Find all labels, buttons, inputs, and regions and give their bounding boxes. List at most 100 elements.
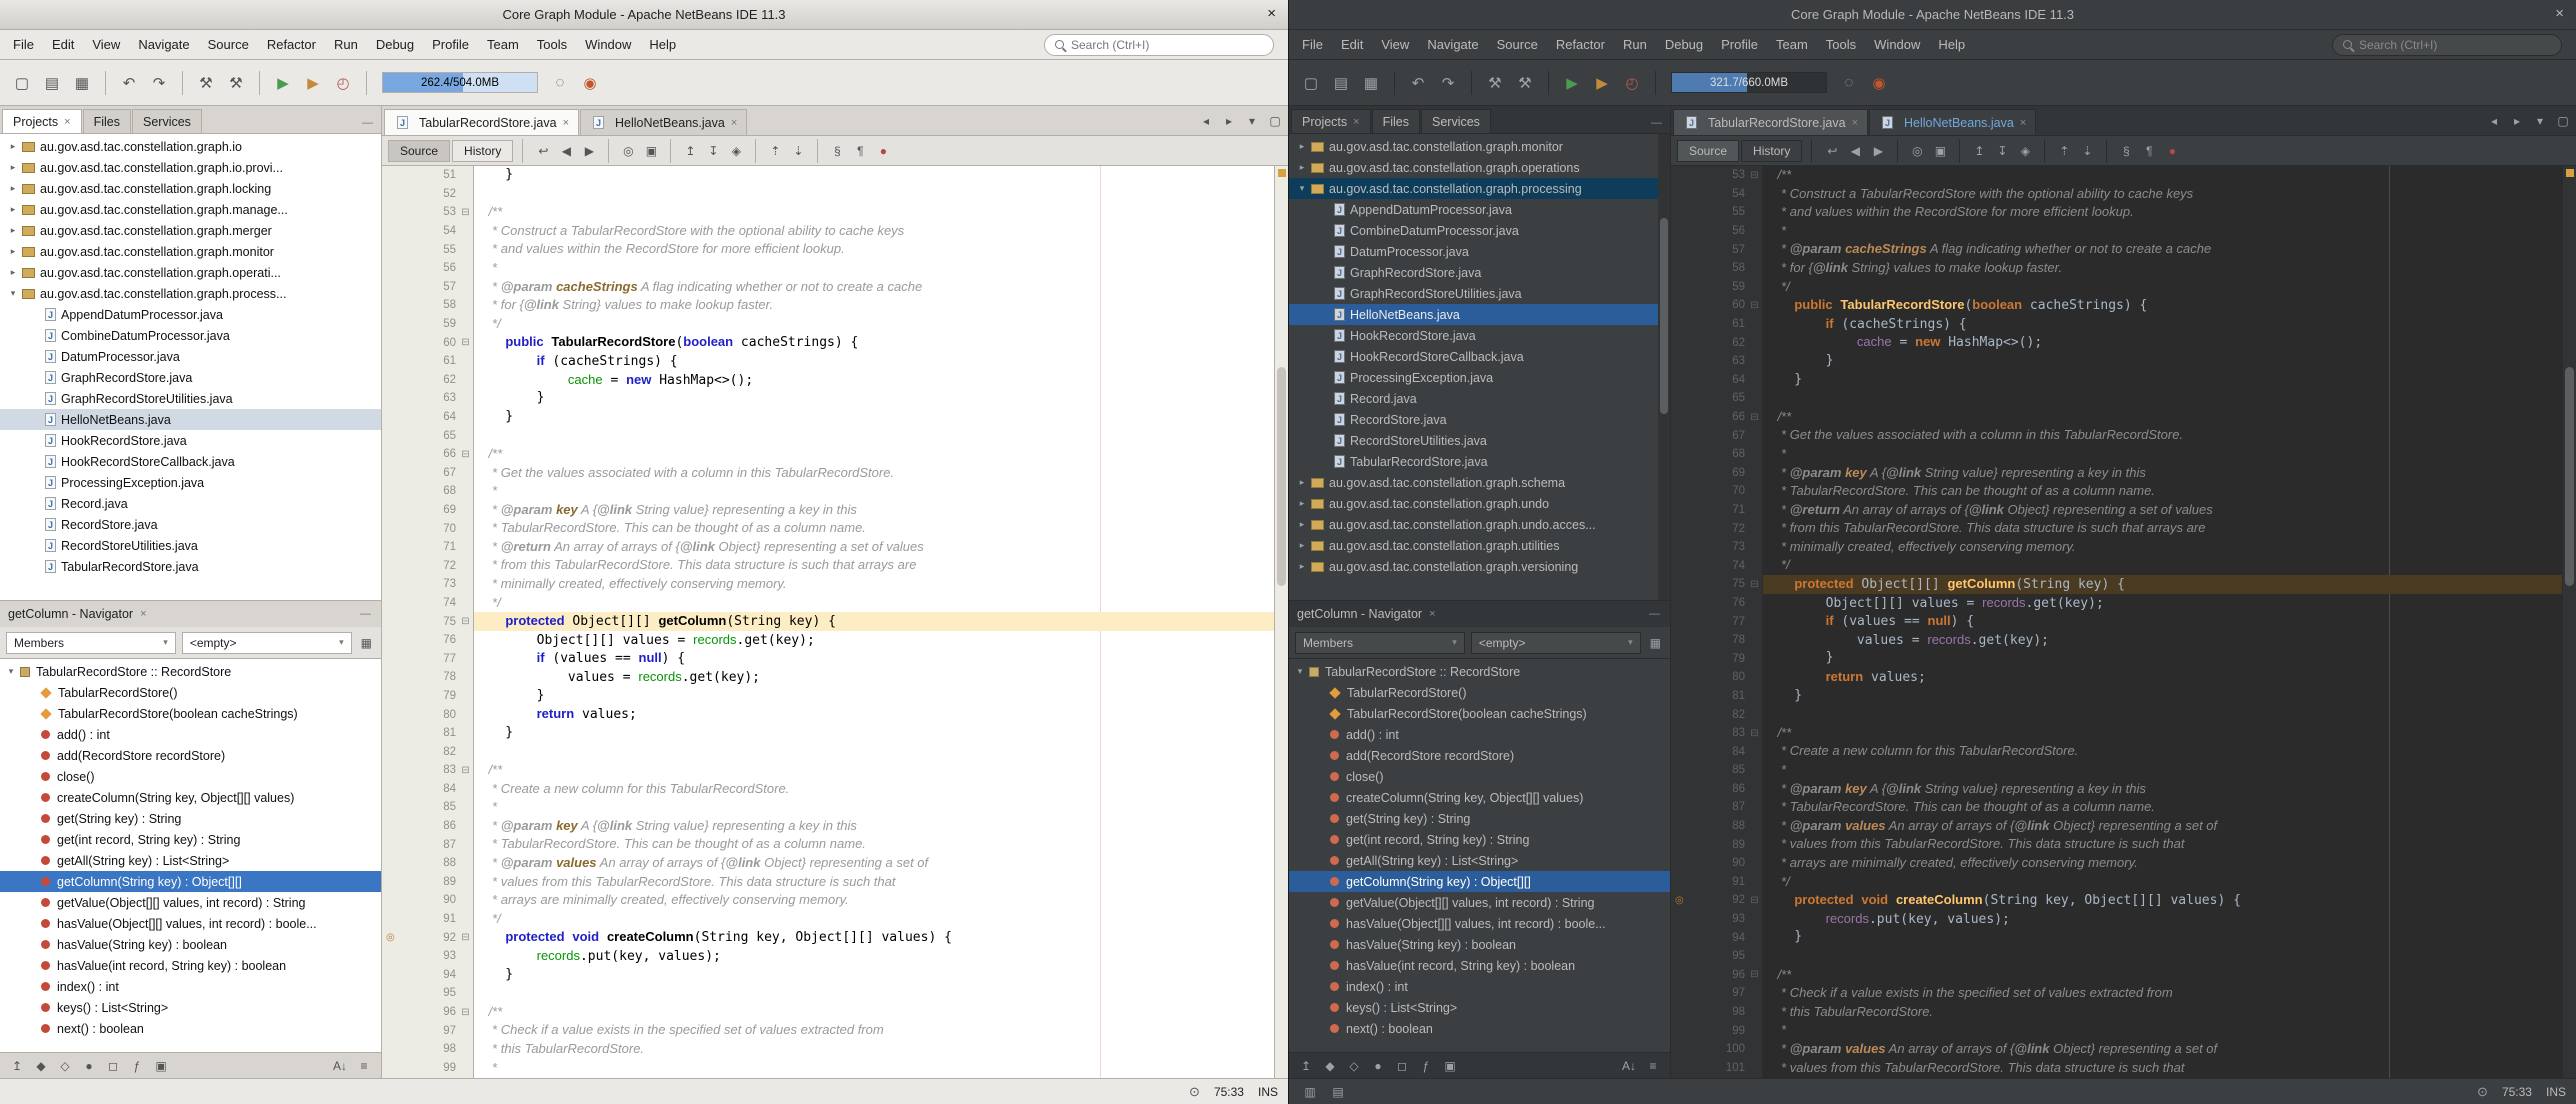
twisty-icon[interactable]: ▸	[1295, 162, 1309, 173]
tree-item-package[interactable]: ▸au.gov.asd.tac.constellation.graph.merg…	[0, 220, 381, 241]
gutter-line[interactable]: 64	[382, 408, 473, 427]
tree-item-file[interactable]: Record.java	[1289, 388, 1670, 409]
code-line[interactable]: }	[1763, 649, 2562, 668]
code-line[interactable]: */	[1763, 556, 2562, 575]
tree-item-package[interactable]: ▾au.gov.asd.tac.constellation.graph.proc…	[0, 283, 381, 304]
show-non-public-icon[interactable]: ◻	[102, 1055, 124, 1077]
gutter-line[interactable]: 95	[1671, 947, 1762, 966]
code-line[interactable]: * @param values An array of arrays of {@…	[1763, 817, 2562, 836]
navigator-member[interactable]: get(String key) : String	[1289, 808, 1670, 829]
show-inner-classes-icon[interactable]: ▣	[1439, 1055, 1461, 1077]
back-icon[interactable]: ◀	[1844, 140, 1866, 162]
menu-file[interactable]: File	[4, 32, 43, 57]
menu-view[interactable]: View	[1372, 32, 1418, 57]
editor-tab[interactable]: HelloNetBeans.java×	[580, 109, 747, 135]
gutter-line[interactable]: 86	[382, 817, 473, 836]
editor-scrollbar[interactable]	[2562, 166, 2576, 1078]
show-fields-icon[interactable]: ◆	[1319, 1055, 1341, 1077]
navigator-member[interactable]: TabularRecordStore(boolean cacheStrings)	[0, 703, 381, 724]
undo-icon[interactable]: ↶	[115, 69, 143, 97]
close-window-icon[interactable]: ×	[1267, 5, 1276, 22]
tree-item-file[interactable]: HookRecordStore.java	[1289, 325, 1670, 346]
twisty-icon[interactable]: ▸	[6, 183, 20, 194]
tree-item-file[interactable]: DatumProcessor.java	[1289, 241, 1670, 262]
sort-source-icon[interactable]: ≡	[353, 1055, 375, 1077]
code-line[interactable]: * TabularRecordStore. This can be though…	[1763, 798, 2562, 817]
menu-team[interactable]: Team	[1767, 32, 1817, 57]
close-window-icon[interactable]: ×	[2555, 5, 2564, 22]
gutter-line[interactable]: 84	[1671, 742, 1762, 761]
menu-run[interactable]: Run	[1614, 32, 1656, 57]
redo-icon[interactable]: ↷	[1434, 69, 1462, 97]
navigator-member[interactable]: createColumn(String key, Object[][] valu…	[0, 787, 381, 808]
navigator-member[interactable]: getAll(String key) : List<String>	[1289, 850, 1670, 871]
menu-profile[interactable]: Profile	[1712, 32, 1767, 57]
menu-view[interactable]: View	[83, 32, 129, 57]
find-selection-icon[interactable]: ◎	[1906, 140, 1928, 162]
editor-gutter[interactable]: 53⊟54555657585960⊟616263646566⊟676869707…	[1671, 166, 1763, 1078]
gutter-line[interactable]: 90	[382, 891, 473, 910]
profile-project-icon[interactable]: ◴	[329, 69, 357, 97]
tab-list-icon[interactable]: ▾	[2529, 110, 2551, 132]
gutter-line[interactable]: 84	[382, 780, 473, 799]
tree-item-package[interactable]: ▸au.gov.asd.tac.constellation.graph.lock…	[0, 178, 381, 199]
gutter-line[interactable]: 77	[1671, 612, 1762, 631]
tree-item-file[interactable]: RecordStoreUtilities.java	[1289, 430, 1670, 451]
code-line[interactable]: return values;	[474, 705, 1274, 724]
back-icon[interactable]: ◀	[555, 140, 577, 162]
menu-debug[interactable]: Debug	[1656, 32, 1712, 57]
gutter-line[interactable]: 59	[382, 315, 473, 334]
code-line[interactable]: * from this TabularRecordStore. This dat…	[474, 556, 1274, 575]
view-button-history[interactable]: History	[452, 140, 513, 162]
code-line[interactable]: cache = new HashMap<>();	[474, 371, 1274, 390]
menu-run[interactable]: Run	[325, 32, 367, 57]
code-line[interactable]: }	[1763, 371, 2562, 390]
code-line[interactable]: if (values == null) {	[1763, 612, 2562, 631]
code-line[interactable]: */	[1763, 873, 2562, 892]
gutter-line[interactable]: 76	[1671, 594, 1762, 613]
twisty-icon[interactable]: ▸	[6, 267, 20, 278]
code-line[interactable]: protected Object[][] getColumn(String ke…	[1763, 575, 2562, 594]
navigator-member[interactable]: hasValue(String key) : boolean	[0, 934, 381, 955]
twisty-icon[interactable]: ▸	[1295, 519, 1309, 530]
code-line[interactable]: *	[1763, 445, 2562, 464]
code-line[interactable]: public TabularRecordStore(boolean cacheS…	[474, 333, 1274, 352]
tree-item-package[interactable]: ▸au.gov.asd.tac.constellation.graph.moni…	[1289, 136, 1670, 157]
comment-icon[interactable]: §	[2115, 140, 2137, 162]
gutter-line[interactable]: 67	[1671, 426, 1762, 445]
gutter-line[interactable]: 56	[382, 259, 473, 278]
twisty-icon[interactable]: ▸	[6, 246, 20, 257]
code-line[interactable]: * arrays are minimally created, effectiv…	[1763, 854, 2562, 873]
code-line[interactable]: records.put(key, values);	[474, 947, 1274, 966]
gutter-line[interactable]: 68	[1671, 445, 1762, 464]
code-line[interactable]: }	[1763, 687, 2562, 706]
menu-refactor[interactable]: Refactor	[1547, 32, 1614, 57]
panel-tab-services[interactable]: Services	[1421, 109, 1491, 133]
gutter-line[interactable]: 78	[1671, 631, 1762, 650]
code-line[interactable]: * and values within the RecordStore for …	[474, 240, 1274, 259]
build-project-icon[interactable]: ⚒	[1481, 69, 1509, 97]
sort-source-icon[interactable]: ≡	[1642, 1055, 1664, 1077]
gutter-line[interactable]: 74	[1671, 556, 1762, 575]
twisty-icon[interactable]: ▾	[4, 666, 18, 677]
gutter-line[interactable]: 61	[1671, 315, 1762, 334]
next-bookmark-icon[interactable]: ↧	[1991, 140, 2013, 162]
tree-item-package[interactable]: ▸au.gov.asd.tac.constellation.graph.io.p…	[0, 157, 381, 178]
previous-error-icon[interactable]: ⇡	[2053, 140, 2075, 162]
code-line[interactable]: * Check if a value exists in the specifi…	[474, 1021, 1274, 1040]
tree-item-file[interactable]: RecordStoreUtilities.java	[0, 535, 381, 556]
gutter-line[interactable]: 91	[382, 910, 473, 929]
gutter-line[interactable]: 70	[382, 519, 473, 538]
show-fields-icon[interactable]: ◆	[30, 1055, 52, 1077]
fold-icon[interactable]: ⊟	[1747, 170, 1762, 181]
gutter-line[interactable]: 94	[382, 966, 473, 985]
menu-navigate[interactable]: Navigate	[129, 32, 198, 57]
gutter-line[interactable]: 60⊟	[1671, 296, 1762, 315]
previous-bookmark-icon[interactable]: ↥	[679, 140, 701, 162]
notifications-icon[interactable]: ⊙	[2477, 1084, 2488, 1100]
last-edit-icon[interactable]: ↩	[532, 140, 554, 162]
gutter-line[interactable]: 56	[1671, 222, 1762, 241]
show-methods-icon[interactable]: ●	[78, 1055, 100, 1077]
new-file-icon[interactable]: ▢	[1297, 69, 1325, 97]
scrollbar-thumb[interactable]	[1277, 367, 1286, 586]
